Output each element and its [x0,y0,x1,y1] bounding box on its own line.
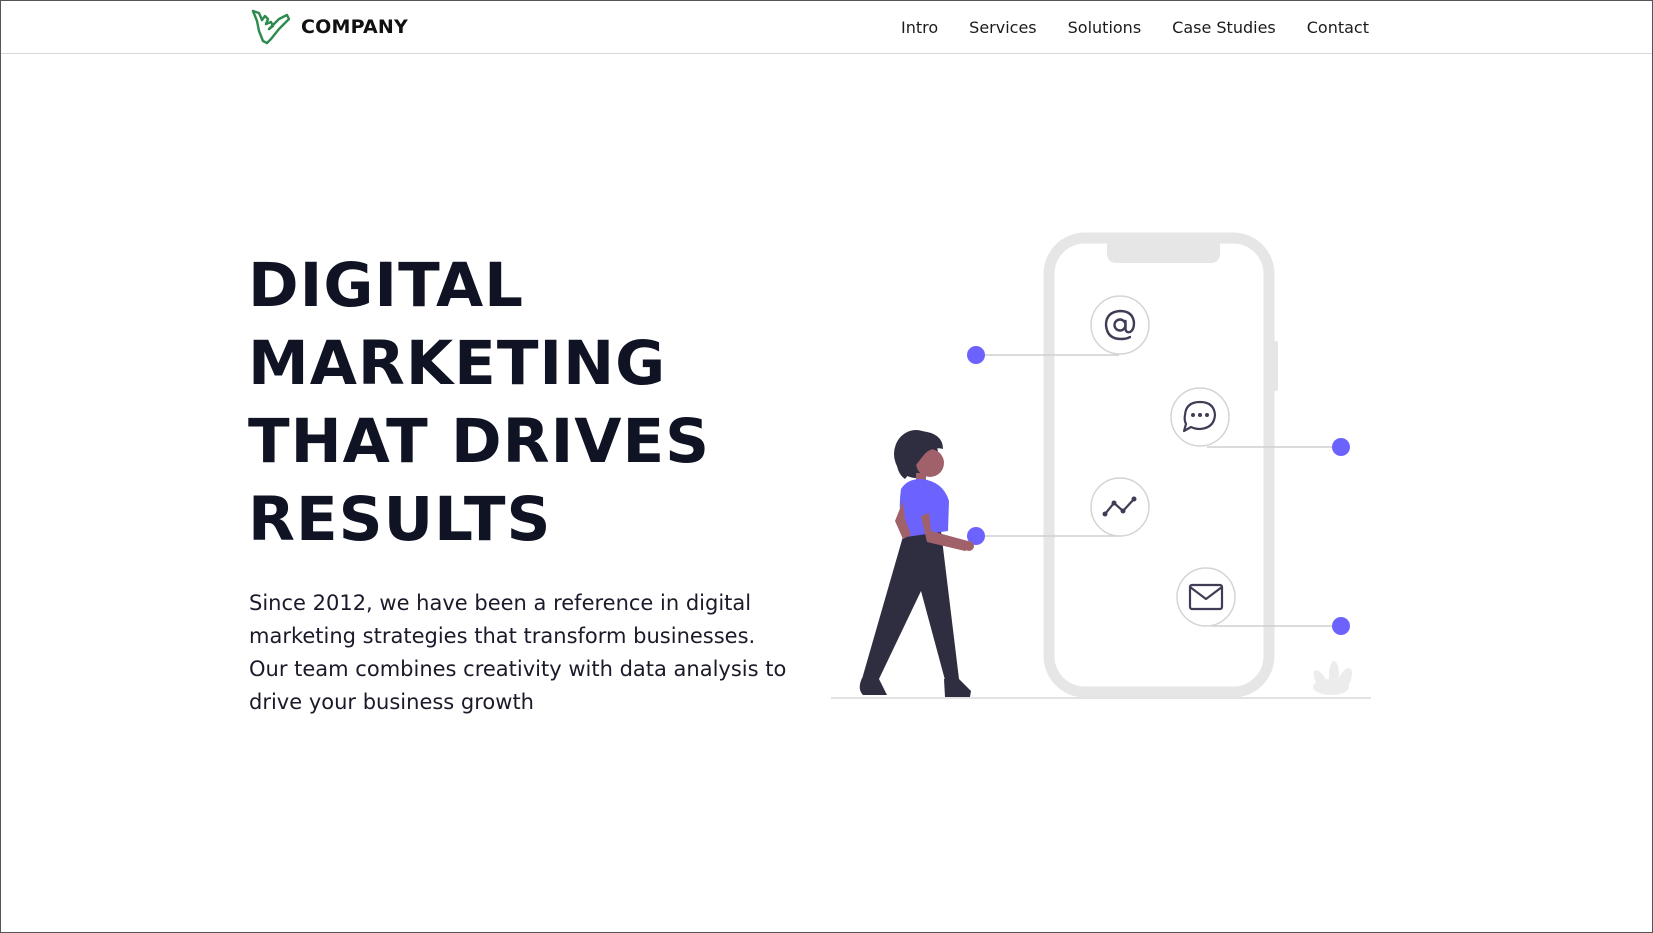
hero-title-line: THAT DRIVES [248,406,711,477]
site-header: COMPANY Intro Services Solutions Case St… [1,1,1652,54]
hero-title: DIGITAL MARKETING THAT DRIVES RESULTS [248,247,710,559]
connector-dots [967,346,1350,635]
hero-description: Since 2012, we have been a reference in … [249,591,787,714]
chat-bubble-icon [1170,387,1230,447]
nav-case-studies[interactable]: Case Studies [1172,18,1276,37]
hero-title-line: DIGITAL [248,250,525,321]
connector-lines [976,354,1341,627]
nav-solutions[interactable]: Solutions [1068,18,1142,37]
hero-title-line: RESULTS [248,484,552,555]
hero-illustration [831,232,1371,699]
nav-intro[interactable]: Intro [901,18,938,37]
nav-contact[interactable]: Contact [1307,18,1369,37]
hero-title-line: MARKETING [248,328,667,399]
shaka-hand-icon [251,9,291,45]
person-illustration [859,430,974,697]
at-sign-icon [1090,295,1150,355]
main-nav: Intro Services Solutions Case Studies Co… [870,1,1369,53]
nav-services[interactable]: Services [969,18,1036,37]
brand-link[interactable]: COMPANY [249,7,408,47]
phone-illustration [1043,232,1278,698]
plant-illustration [1313,661,1353,695]
brand-name: COMPANY [301,16,408,38]
trend-line-icon [1090,477,1150,537]
envelope-icon [1176,567,1236,627]
page: COMPANY Intro Services Solutions Case St… [0,0,1653,933]
